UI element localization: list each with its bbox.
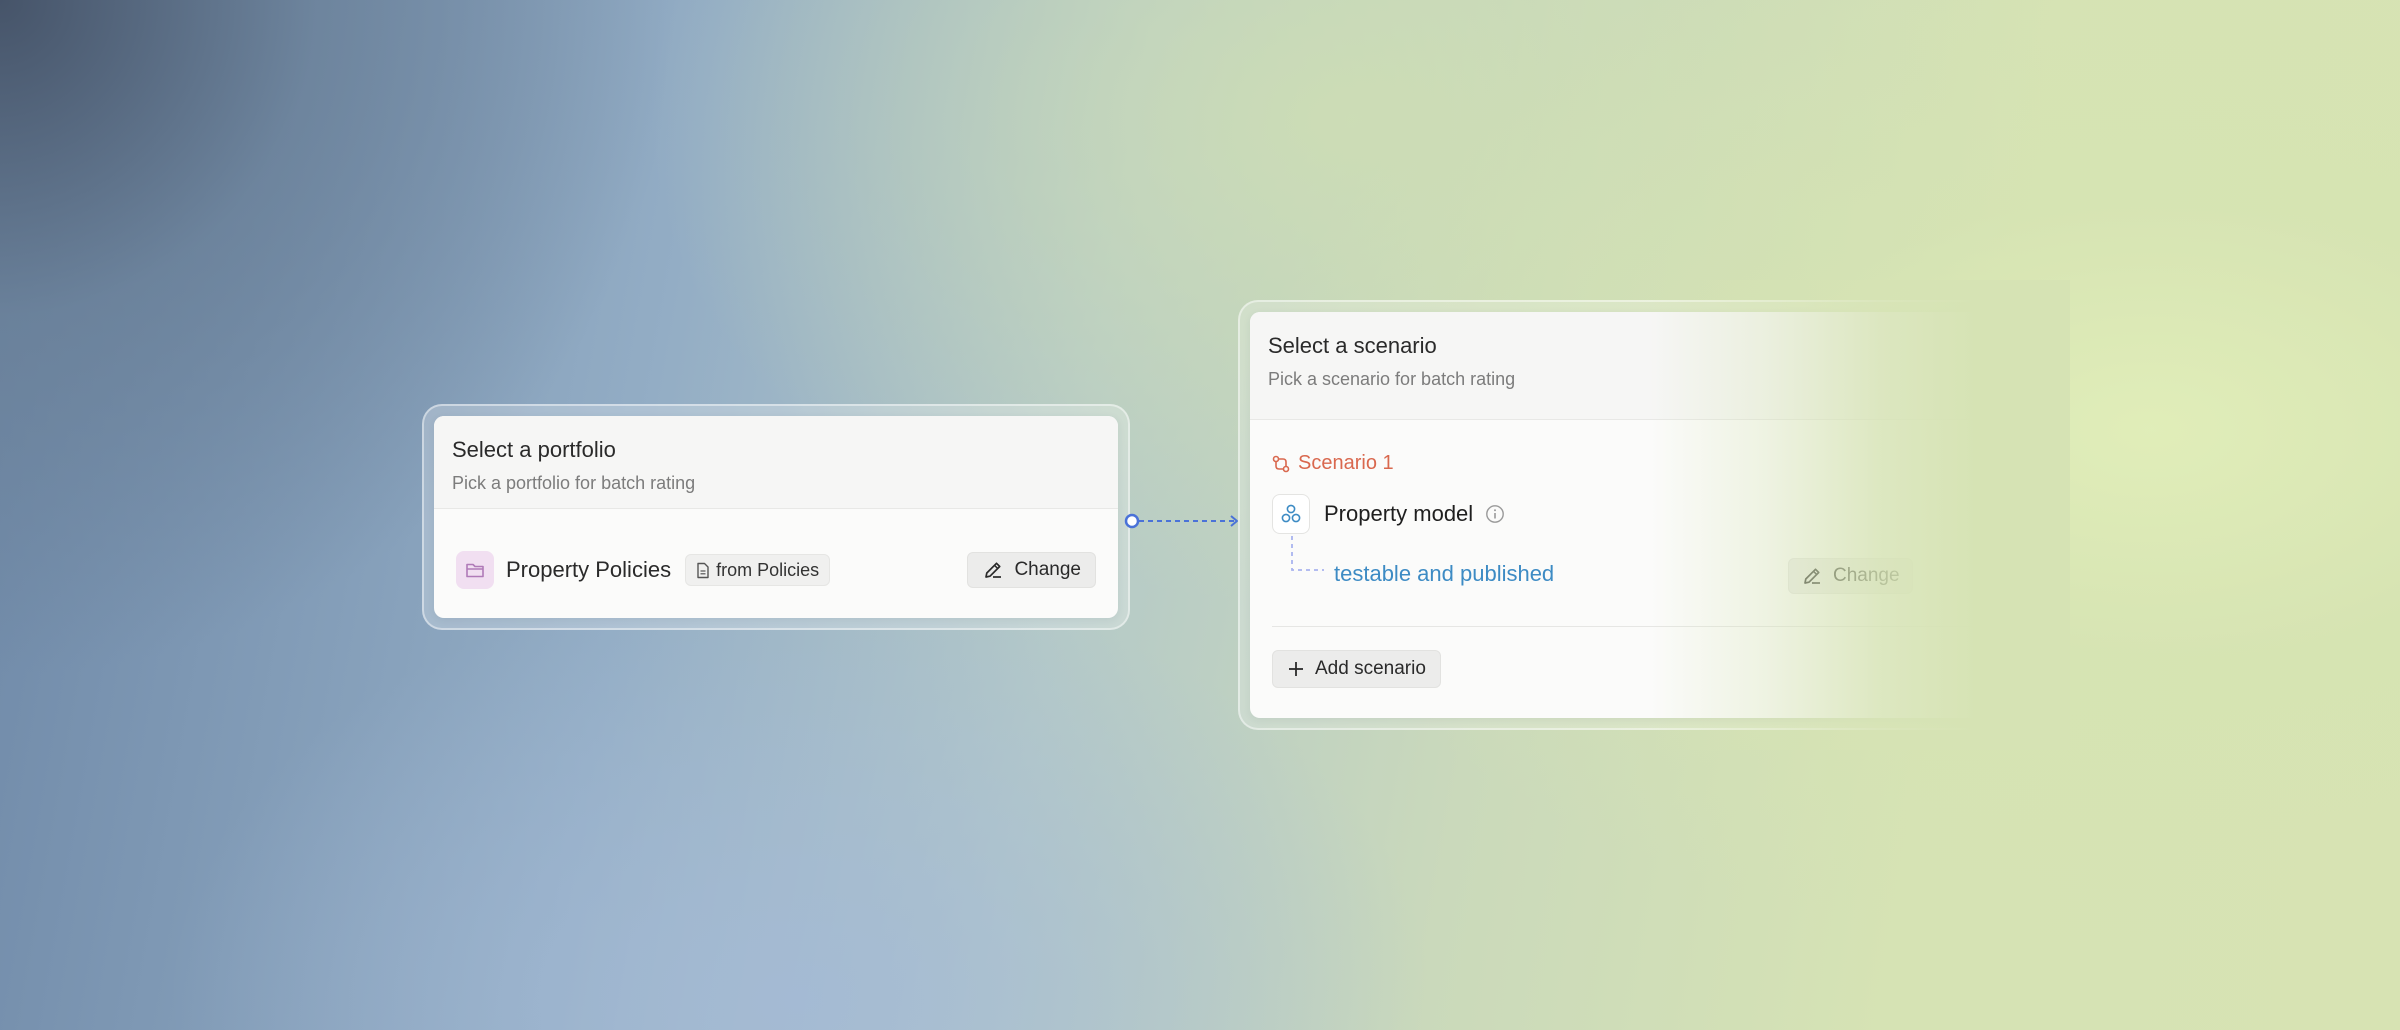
source-chip-label: from Policies (716, 559, 820, 580)
document-icon (696, 562, 710, 579)
scenario-card: Select a scenario Pick a scenario for ba… (1250, 312, 1990, 718)
portfolio-to-scenario-connector (1124, 513, 1238, 529)
portfolio-card-frame: Select a portfolio Pick a portfolio for … (422, 404, 1130, 630)
change-model-button[interactable]: Change (1788, 558, 1913, 594)
info-icon[interactable] (1485, 504, 1505, 524)
change-portfolio-label: Change (1014, 559, 1081, 580)
scenario-icon (1272, 455, 1290, 473)
pencil-icon (1801, 565, 1823, 587)
plus-icon (1287, 660, 1305, 678)
scenario-card-title: Select a scenario (1268, 333, 1437, 358)
scenario-divider (1272, 626, 1990, 627)
portfolio-card: Select a portfolio Pick a portfolio for … (434, 416, 1118, 618)
change-portfolio-button[interactable]: Change (967, 552, 1096, 588)
portfolio-card-title: Select a portfolio (452, 437, 616, 462)
model-name: Property model (1324, 501, 1474, 526)
scenario-card-subtitle: Pick a scenario for batch rating (1268, 369, 1516, 389)
portfolio-card-subtitle: Pick a portfolio for batch rating (452, 473, 696, 493)
connector-start-handle (1124, 513, 1140, 529)
selected-portfolio-row: Property Policies from Policies Change (456, 550, 1096, 590)
source-chip: from Policies (685, 554, 831, 586)
scenario-1-label: Scenario 1 (1272, 452, 1394, 475)
portfolio-name: Property Policies (506, 557, 672, 582)
model-status: testable and published (1334, 561, 1555, 586)
change-model-label: Change (1833, 565, 1900, 586)
model-row: Property model (1272, 494, 1505, 534)
pencil-icon (982, 559, 1004, 581)
portfolio-card-header: Select a portfolio Pick a portfolio for … (434, 416, 1118, 509)
scenario-card-header: Select a scenario Pick a scenario for ba… (1250, 312, 1990, 420)
scenario-label-text: Scenario 1 (1298, 452, 1394, 474)
add-scenario-button[interactable]: Add scenario (1272, 650, 1441, 688)
folder-icon (456, 551, 494, 589)
model-tree-connector (1291, 536, 1324, 571)
scenario-card-frame: Select a scenario Pick a scenario for ba… (1238, 300, 1998, 730)
add-scenario-label: Add scenario (1315, 658, 1426, 679)
model-icon (1272, 494, 1310, 534)
